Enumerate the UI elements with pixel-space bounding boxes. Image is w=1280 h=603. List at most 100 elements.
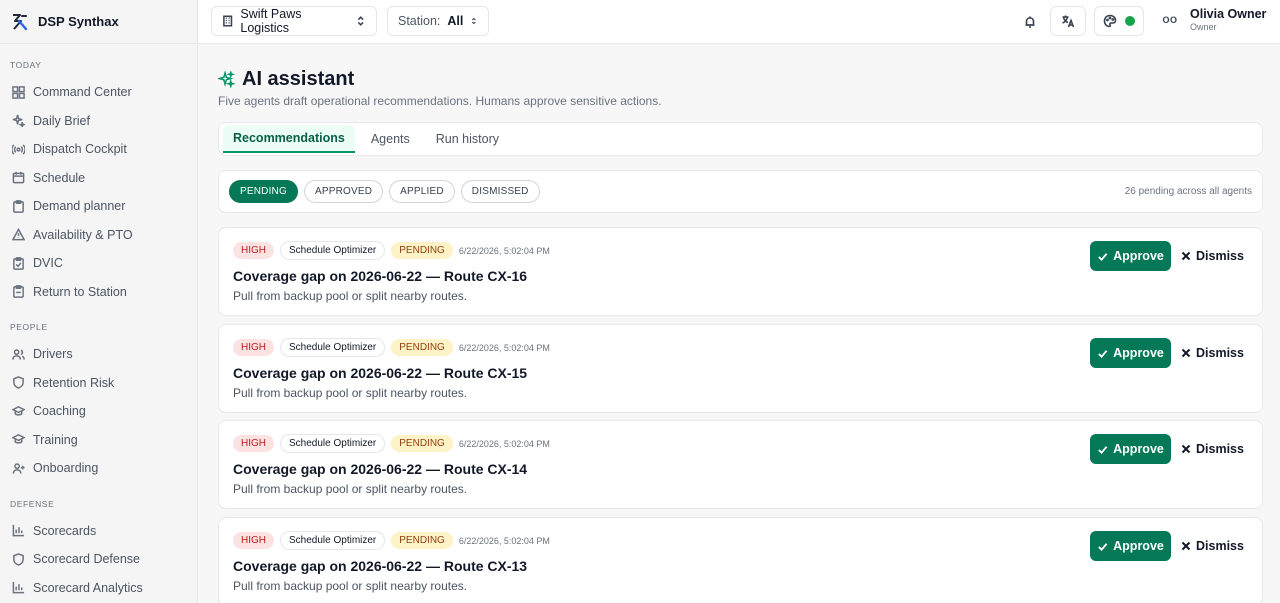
recommendation-card: HIGH Schedule Optimizer PENDING 6/22/202… [218, 420, 1263, 509]
agent-badge: Schedule Optimizer [280, 241, 386, 260]
approve-label: Approve [1113, 346, 1164, 360]
approve-label: Approve [1113, 442, 1164, 456]
agent-badge: Schedule Optimizer [280, 338, 386, 357]
notifications-button[interactable] [1017, 9, 1043, 35]
sidebar-item-scorecard-analytics[interactable]: Scorecard Analytics [0, 574, 197, 603]
page-title: AI assistant [242, 68, 355, 90]
approve-button[interactable]: Approve [1090, 241, 1171, 271]
sidebar-item-label: Scorecard Defense [33, 552, 141, 567]
check-icon [1098, 252, 1108, 261]
priority-badge: HIGH [233, 242, 274, 259]
recommendation-card: HIGH Schedule Optimizer PENDING 6/22/202… [218, 227, 1263, 316]
company-selector[interactable]: Swift Paws Logistics [211, 6, 377, 36]
sidebar-item-demand-planner[interactable]: Demand planner [0, 192, 197, 221]
sidebar-item-label: Demand planner [33, 199, 126, 214]
filter-chip-dismissed[interactable]: DISMISSED [460, 180, 540, 203]
check-icon [1098, 349, 1108, 358]
card-tags: HIGH Schedule Optimizer PENDING 6/22/202… [233, 531, 550, 550]
close-icon [1181, 251, 1191, 261]
dismiss-label: Dismiss [1196, 346, 1244, 360]
sidebar-item-availability-pto[interactable]: Availability & PTO [0, 221, 197, 250]
sidebar-item-dispatch-cockpit[interactable]: Dispatch Cockpit [0, 135, 197, 164]
filter-chip-applied[interactable]: APPLIED [389, 180, 455, 203]
sidebar-item-command-center[interactable]: Command Center [0, 78, 197, 107]
chevrons-up-down-icon [472, 17, 477, 25]
recommendation-title: Coverage gap on 2026-06-22 — Route CX-13 [233, 558, 528, 574]
dismiss-button[interactable]: Dismiss [1181, 338, 1244, 368]
recommendation-description: Pull from backup pool or split nearby ro… [233, 289, 468, 303]
brand-logo-icon [13, 13, 28, 30]
timestamp: 6/22/2026, 5:02:04 PM [458, 438, 550, 449]
check-icon [1098, 542, 1108, 551]
user-name: Olivia Owner [1190, 7, 1267, 21]
sidebar-item-label: Retention Risk [33, 375, 115, 390]
tab-recommendations[interactable]: Recommendations [223, 125, 355, 153]
sidebar-item-scorecard-defense[interactable]: Scorecard Defense [0, 545, 197, 574]
sidebar-item-daily-brief[interactable]: Daily Brief [0, 107, 197, 136]
recommendation-title: Coverage gap on 2026-06-22 — Route CX-14 [233, 461, 528, 477]
bar-chart-icon [12, 582, 25, 594]
recommendation-title: Coverage gap on 2026-06-22 — Route CX-16 [233, 268, 528, 284]
timestamp: 6/22/2026, 5:02:04 PM [458, 342, 550, 353]
filter-chip-approved[interactable]: APPROVED [303, 180, 384, 203]
sidebar-item-label: DVIC [33, 256, 63, 271]
sidebar-item-label: Onboarding [33, 461, 99, 476]
approve-button[interactable]: Approve [1090, 338, 1171, 368]
clipboard-return-icon [13, 285, 24, 299]
sidebar-item-return-to-station[interactable]: Return to Station [0, 278, 197, 307]
priority-badge: HIGH [233, 532, 274, 549]
clipboard-icon [13, 199, 24, 213]
page-subtitle: Five agents draft operational recommenda… [218, 94, 662, 108]
sidebar-item-dvic[interactable]: DVIC [0, 249, 197, 278]
sidebar-item-label: Daily Brief [33, 113, 90, 128]
nav-section-defense: DEFENSE Scorecards Scorecard Defense Sco… [0, 483, 197, 603]
user-menu[interactable]: OO Olivia Owner Owner [1160, 7, 1266, 32]
sidebar-item-retention-risk[interactable]: Retention Risk [0, 369, 197, 398]
users-icon [12, 349, 25, 360]
approve-button[interactable]: Approve [1090, 531, 1171, 561]
theme-status-button[interactable] [1094, 6, 1144, 36]
timestamp: 6/22/2026, 5:02:04 PM [458, 245, 550, 256]
sidebar-item-schedule[interactable]: Schedule [0, 164, 197, 193]
sidebar-item-label: Dispatch Cockpit [33, 142, 127, 157]
status-badge: PENDING [391, 339, 453, 356]
language-button[interactable] [1050, 6, 1086, 36]
user-role: Owner [1190, 22, 1217, 32]
brand-name: DSP Synthax [38, 14, 119, 29]
calendar-icon [12, 172, 25, 184]
brand[interactable]: DSP Synthax [0, 0, 197, 44]
status-badge: PENDING [391, 532, 453, 549]
status-badge: PENDING [391, 435, 453, 452]
approve-label: Approve [1113, 249, 1164, 263]
tab-agents[interactable]: Agents [361, 126, 420, 152]
dismiss-button[interactable]: Dismiss [1181, 434, 1244, 464]
section-label: TODAY [10, 60, 42, 70]
sidebar-item-label: Scorecards [33, 523, 97, 538]
sidebar-item-scorecards[interactable]: Scorecards [0, 517, 197, 546]
sidebar-item-drivers[interactable]: Drivers [0, 340, 197, 369]
sidebar-item-coaching[interactable]: Coaching [0, 397, 197, 426]
tab-run-history[interactable]: Run history [426, 126, 509, 152]
tabs: Recommendations Agents Run history [218, 122, 1263, 156]
close-icon [1181, 541, 1191, 551]
alert-triangle-icon [12, 228, 25, 241]
close-icon [1181, 444, 1191, 454]
filter-chip-pending[interactable]: PENDING [229, 180, 298, 203]
approve-button[interactable]: Approve [1090, 434, 1171, 464]
card-tags: HIGH Schedule Optimizer PENDING 6/22/202… [233, 241, 550, 260]
sidebar-item-onboarding[interactable]: Onboarding [0, 454, 197, 483]
approve-label: Approve [1113, 539, 1164, 553]
dismiss-button[interactable]: Dismiss [1181, 531, 1244, 561]
translate-icon [1062, 15, 1075, 28]
timestamp: 6/22/2026, 5:02:04 PM [458, 535, 550, 546]
station-selector[interactable]: Station: All [387, 6, 489, 36]
dismiss-label: Dismiss [1196, 249, 1244, 263]
section-label: DEFENSE [10, 498, 55, 509]
close-icon [1181, 348, 1191, 358]
dismiss-button[interactable]: Dismiss [1181, 241, 1244, 271]
agent-badge: Schedule Optimizer [280, 434, 386, 453]
section-label: PEOPLE [10, 322, 48, 332]
sidebar-item-training[interactable]: Training [0, 426, 197, 455]
shield-icon [13, 376, 24, 390]
sidebar-item-label: Scorecard Analytics [33, 580, 143, 595]
